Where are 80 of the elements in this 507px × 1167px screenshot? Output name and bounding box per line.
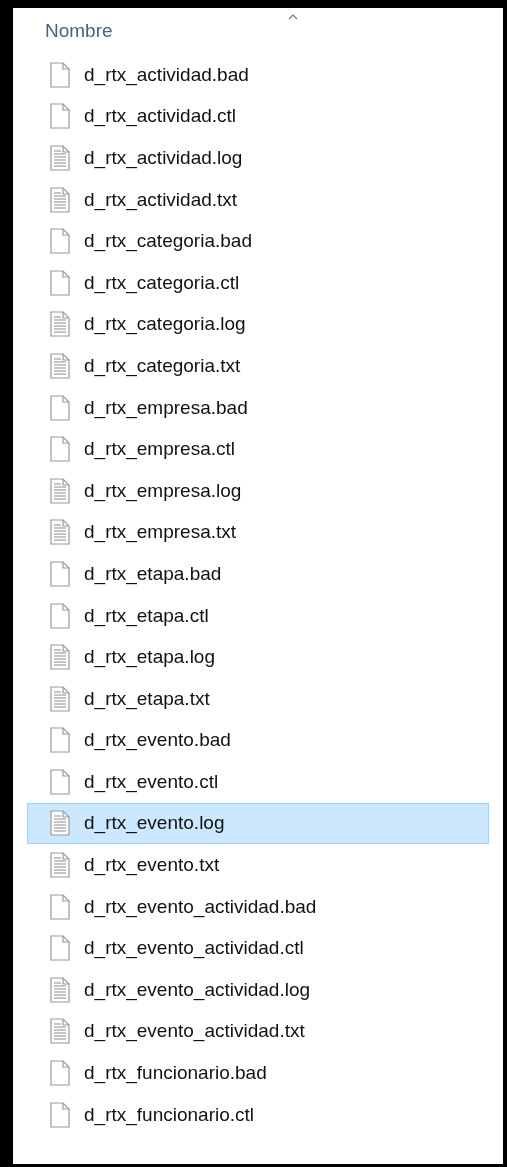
file-name: d_rtx_evento.ctl xyxy=(84,770,219,793)
file-row[interactable]: d_rtx_evento.log xyxy=(27,802,489,845)
text-file-icon xyxy=(50,644,70,671)
file-name: d_rtx_categoria.ctl xyxy=(84,271,240,294)
file-row[interactable]: d_rtx_funcionario.ctl xyxy=(27,1093,489,1136)
file-row[interactable]: d_rtx_etapa.txt xyxy=(27,677,489,720)
file-row[interactable]: d_rtx_etapa.log xyxy=(27,636,489,678)
file-name: d_rtx_empresa.log xyxy=(84,479,242,502)
text-file-icon xyxy=(50,311,70,338)
blank-file-icon xyxy=(50,269,70,296)
file-name: d_rtx_empresa.ctl xyxy=(84,438,235,461)
file-name: d_rtx_etapa.ctl xyxy=(84,604,209,627)
file-name: d_rtx_actividad.log xyxy=(84,147,243,169)
blank-file-icon xyxy=(50,61,70,88)
file-row[interactable]: d_rtx_actividad.log xyxy=(27,137,489,179)
file-row[interactable]: d_rtx_empresa.txt xyxy=(27,511,489,554)
file-row[interactable]: d_rtx_evento_actividad.log xyxy=(27,969,489,1011)
file-name: d_rtx_evento_actividad.ctl xyxy=(84,937,304,960)
text-file-icon xyxy=(50,519,70,546)
file-name: d_rtx_evento.log xyxy=(84,812,225,835)
column-header[interactable]: Nombre xyxy=(45,20,113,41)
blank-file-icon xyxy=(50,893,70,920)
file-row[interactable]: d_rtx_actividad.ctl xyxy=(27,95,489,138)
file-name: d_rtx_categoria.log xyxy=(84,313,246,336)
blank-file-icon xyxy=(50,394,70,421)
file-name: d_rtx_evento.bad xyxy=(84,729,231,752)
text-file-icon xyxy=(50,685,70,712)
file-name: d_rtx_etapa.bad xyxy=(84,562,222,585)
file-name: d_rtx_actividad.txt xyxy=(84,188,238,211)
file-name: d_rtx_actividad.bad xyxy=(84,63,249,86)
text-file-icon xyxy=(50,352,70,379)
file-row[interactable]: d_rtx_evento.bad xyxy=(27,719,489,762)
file-row[interactable]: d_rtx_evento_actividad.bad xyxy=(27,885,489,928)
blank-file-icon xyxy=(50,602,70,629)
file-row[interactable]: d_rtx_evento_actividad.ctl xyxy=(27,927,489,970)
text-file-icon xyxy=(50,976,70,1003)
file-name: d_rtx_categoria.bad xyxy=(84,230,252,253)
blank-file-icon xyxy=(50,727,70,754)
text-file-icon xyxy=(50,852,70,879)
text-file-icon xyxy=(50,477,70,504)
file-row[interactable]: d_rtx_categoria.bad xyxy=(27,220,489,262)
file-name: d_rtx_evento_actividad.log xyxy=(84,978,311,1001)
file-row[interactable]: d_rtx_empresa.log xyxy=(27,469,489,512)
file-name: d_rtx_evento.txt xyxy=(84,854,220,877)
file-name: d_rtx_empresa.bad xyxy=(84,396,248,419)
file-row[interactable]: d_rtx_empresa.ctl xyxy=(27,428,489,470)
file-row[interactable]: d_rtx_etapa.bad xyxy=(27,553,489,595)
blank-file-icon xyxy=(50,1060,70,1087)
text-file-icon xyxy=(50,145,70,171)
file-name: d_rtx_etapa.log xyxy=(84,646,215,669)
file-row[interactable]: d_rtx_categoria.ctl xyxy=(27,261,489,304)
file-row[interactable]: d_rtx_funcionario.bad xyxy=(27,1052,489,1094)
text-file-icon xyxy=(50,186,70,213)
file-row[interactable]: d_rtx_evento.ctl xyxy=(27,761,489,803)
file-name: d_rtx_etapa.txt xyxy=(84,687,210,710)
file-row[interactable]: d_rtx_actividad.bad xyxy=(27,54,489,96)
file-name: d_rtx_empresa.txt xyxy=(84,521,237,544)
blank-file-icon xyxy=(50,935,70,962)
file-row[interactable]: d_rtx_etapa.ctl xyxy=(27,594,489,637)
blank-file-icon xyxy=(50,103,70,130)
blank-file-icon xyxy=(50,228,70,255)
file-row[interactable]: d_rtx_categoria.txt xyxy=(27,345,489,387)
file-name: d_rtx_funcionario.ctl xyxy=(84,1103,255,1126)
file-row[interactable]: d_rtx_evento.txt xyxy=(27,844,489,886)
file-row[interactable]: d_rtx_empresa.bad xyxy=(27,386,489,429)
blank-file-icon xyxy=(50,436,70,463)
file-name: d_rtx_evento_actividad.bad xyxy=(84,895,317,918)
blank-file-icon xyxy=(50,1101,70,1128)
file-name: d_rtx_evento_actividad.txt xyxy=(84,1020,305,1043)
blank-file-icon xyxy=(50,768,70,795)
text-file-icon xyxy=(50,1018,70,1045)
text-file-icon xyxy=(50,810,70,837)
file-name: d_rtx_categoria.txt xyxy=(84,354,241,377)
file-row[interactable]: d_rtx_categoria.log xyxy=(27,303,489,346)
sort-icon xyxy=(288,14,298,20)
file-row[interactable]: d_rtx_actividad.txt xyxy=(27,178,489,221)
file-name: d_rtx_funcionario.bad xyxy=(84,1062,267,1085)
blank-file-icon xyxy=(50,560,70,587)
file-row[interactable]: d_rtx_evento_actividad.txt xyxy=(27,1010,489,1053)
file-name: d_rtx_actividad.ctl xyxy=(84,105,237,128)
